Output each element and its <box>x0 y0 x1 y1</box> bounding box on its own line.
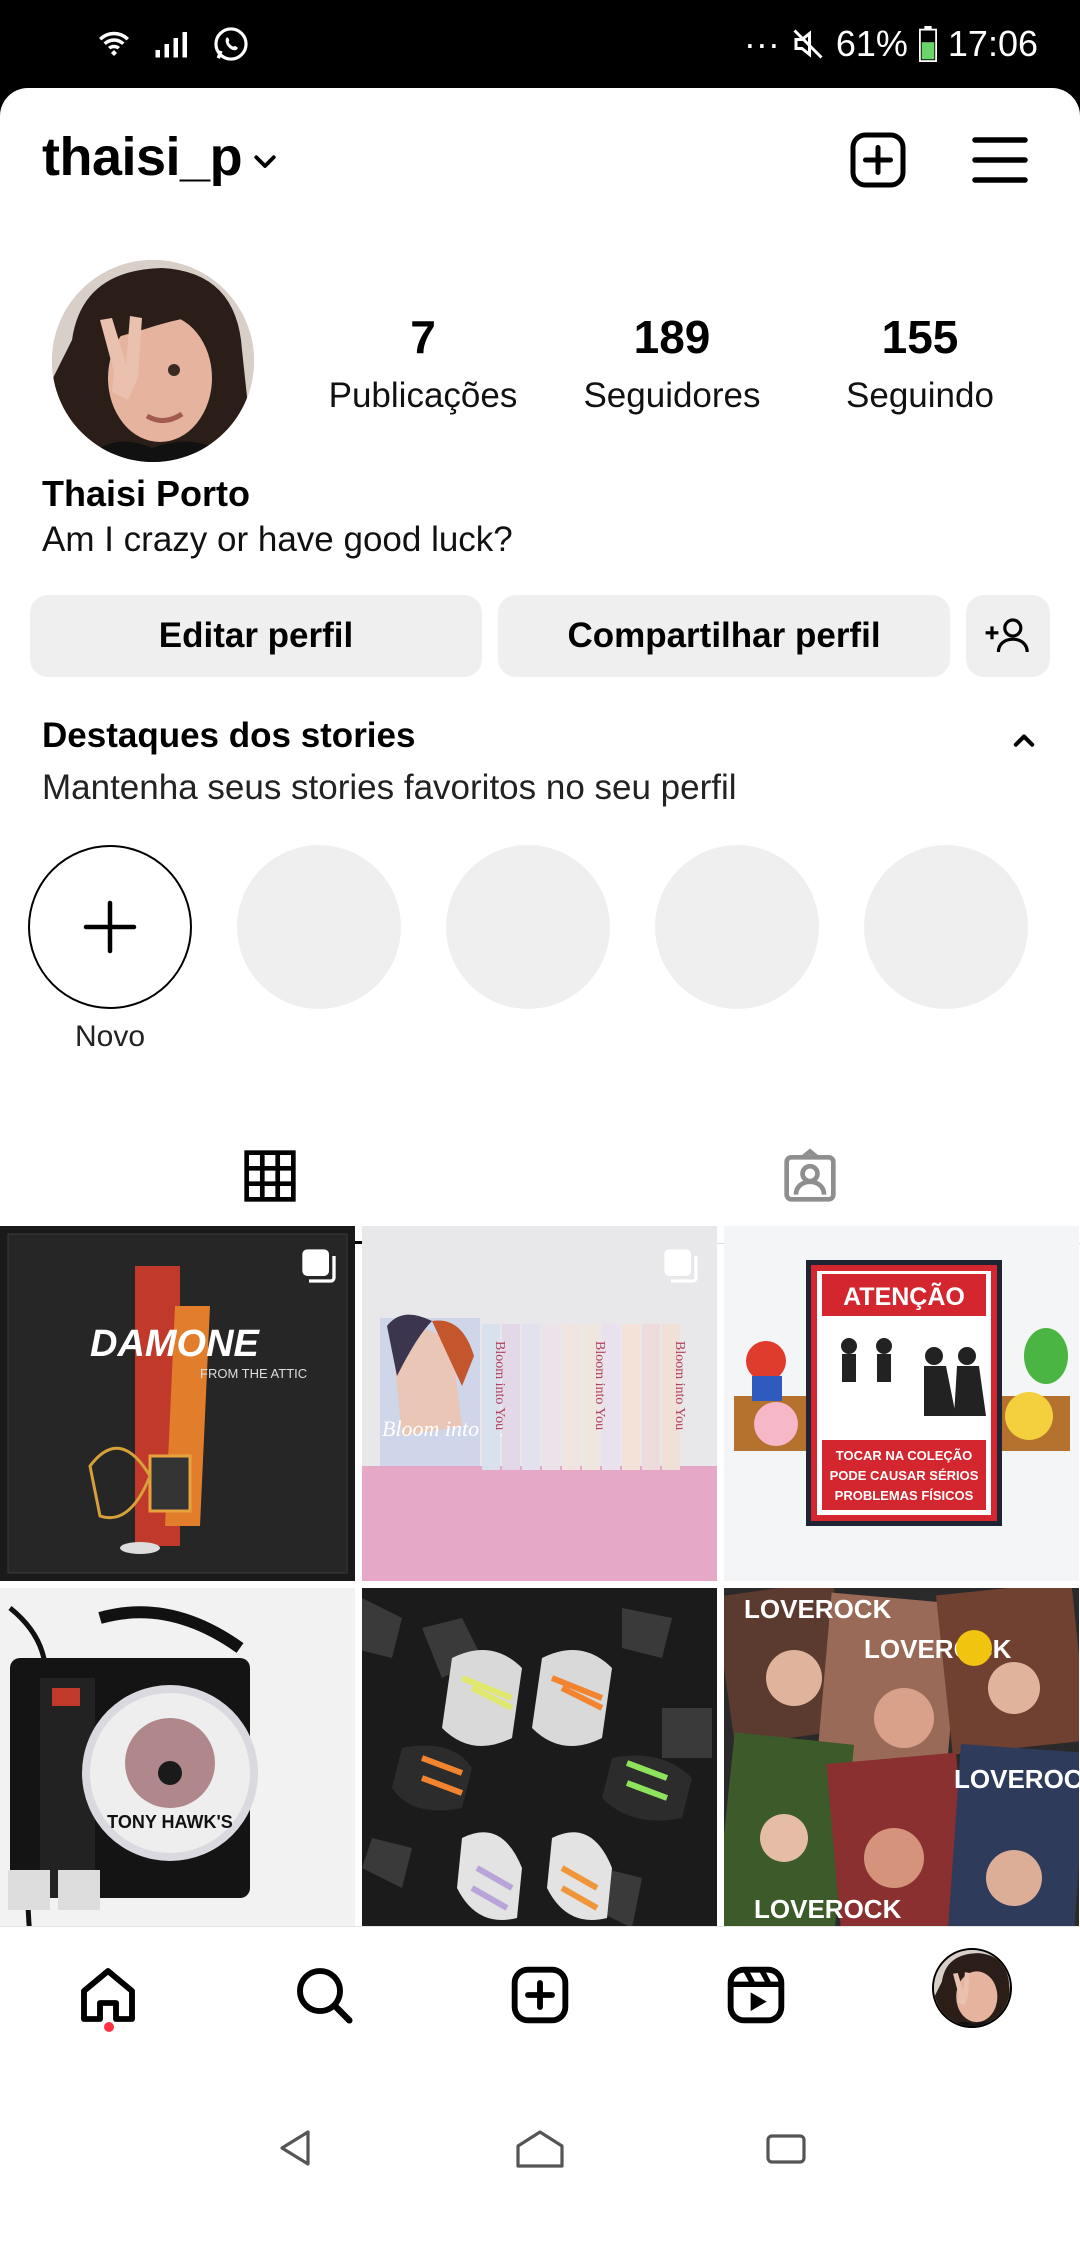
post-text: LOVEROCK <box>754 1894 902 1924</box>
battery-percent: 61% <box>835 23 908 64</box>
post-thumbnail[interactable]: LOVEROCK LOVEROCK LOVEROCK LOVEROCK <box>724 1588 1079 1943</box>
stat-followers-value: 189 <box>633 311 711 363</box>
post-text: Bloom into You <box>492 1341 507 1430</box>
profile-avatar[interactable] <box>52 260 254 462</box>
profile-tab-avatar[interactable] <box>932 1948 1012 2028</box>
add-user-icon <box>985 618 1029 653</box>
post-text: LOVEROCK <box>744 1594 892 1624</box>
create-icon[interactable] <box>508 1963 572 2027</box>
stat-followers-label: Seguidores <box>583 376 761 415</box>
plus-icon <box>83 900 137 954</box>
post-text: PODE CAUSAR SÉRIOS <box>830 1468 979 1483</box>
home-icon[interactable] <box>76 1963 140 2027</box>
recent-apps-icon[interactable] <box>762 2124 810 2172</box>
post-thumbnail[interactable]: ATENÇÃO TOCAR NA COLEÇÃO PODE CAUSAR SÉR… <box>724 1226 1079 1581</box>
stat-posts[interactable]: 7 Publicações <box>303 310 543 416</box>
signal-icon <box>155 32 187 58</box>
tagged-user-icon <box>784 1148 836 1202</box>
stat-following-value: 155 <box>881 311 959 363</box>
highlights-title: Destaques dos stories <box>42 716 416 755</box>
status-bar: ··· 61% 17:06 <box>0 0 1080 88</box>
system-navigation-bar <box>0 2068 1080 2246</box>
highlight-placeholder <box>446 845 610 1009</box>
highlight-placeholder <box>864 845 1028 1009</box>
carousel-icon <box>302 1249 336 1283</box>
highlight-placeholder <box>655 845 819 1009</box>
home-button-icon[interactable] <box>514 2124 566 2172</box>
highlights-subtitle: Mantenha seus stories favoritos no seu p… <box>42 768 737 807</box>
carousel-icon <box>664 1249 698 1283</box>
profile-screen: thaisi_p 7 Publicações 189 Seguidores 15… <box>0 88 1080 2246</box>
post-text: FROM THE ATTIC <box>200 1366 307 1381</box>
chevron-down-icon[interactable] <box>250 146 280 176</box>
bottom-navigation <box>0 1926 1080 2068</box>
stat-following-label: Seguindo <box>846 376 994 415</box>
clock: 17:06 <box>947 23 1038 64</box>
new-highlight-label: Novo <box>74 1020 146 1053</box>
profile-bio: Am I crazy or have good luck? <box>42 520 513 559</box>
edit-profile-button[interactable]: Editar perfil <box>30 595 482 677</box>
chevron-up-icon[interactable] <box>1010 726 1038 754</box>
mute-icon <box>793 29 823 59</box>
profile-name: Thaisi Porto <box>42 473 251 514</box>
username-switcher[interactable]: thaisi_p <box>42 126 243 188</box>
post-text: Bloom into You <box>592 1341 607 1430</box>
stat-following[interactable]: 155 Seguindo <box>800 310 1040 416</box>
stat-followers[interactable]: 189 Seguidores <box>552 310 792 416</box>
post-thumbnail[interactable]: Bloom into You Bloom into You Bloom into… <box>362 1226 717 1581</box>
profile-header: thaisi_p <box>0 88 1080 228</box>
menu-icon[interactable] <box>970 134 1030 186</box>
grid-icon <box>244 1150 296 1202</box>
highlight-placeholder <box>237 845 401 1009</box>
reels-icon[interactable] <box>724 1963 788 2027</box>
post-thumbnail[interactable] <box>362 1588 717 1943</box>
post-thumbnail[interactable]: TONY HAWK'S <box>0 1588 355 1943</box>
wifi-icon <box>99 31 129 56</box>
whatsapp-icon <box>214 27 248 61</box>
post-text: ATENÇÃO <box>843 1281 965 1311</box>
post-text: LOVEROCK <box>954 1764 1079 1794</box>
post-text: PROBLEMAS FÍSICOS <box>835 1488 974 1503</box>
post-text: DAMONE <box>90 1323 261 1365</box>
battery-icon <box>918 26 937 62</box>
status-dots: ··· <box>743 23 780 64</box>
post-text: Bloom into You <box>672 1341 687 1430</box>
discover-people-button[interactable] <box>966 595 1050 677</box>
post-thumbnail[interactable]: DAMONE FROM THE ATTIC <box>0 1226 355 1581</box>
new-highlight-button[interactable] <box>28 845 192 1009</box>
stat-posts-value: 7 <box>410 311 436 363</box>
post-text: TONY HAWK'S <box>107 1812 233 1832</box>
notification-dot <box>104 2022 114 2032</box>
create-post-icon[interactable] <box>848 130 908 190</box>
search-icon[interactable] <box>292 1963 356 2027</box>
post-text: TOCAR NA COLEÇÃO <box>836 1448 973 1463</box>
back-icon[interactable] <box>272 2124 320 2172</box>
share-profile-button[interactable]: Compartilhar perfil <box>498 595 950 677</box>
stat-posts-label: Publicações <box>328 376 518 415</box>
